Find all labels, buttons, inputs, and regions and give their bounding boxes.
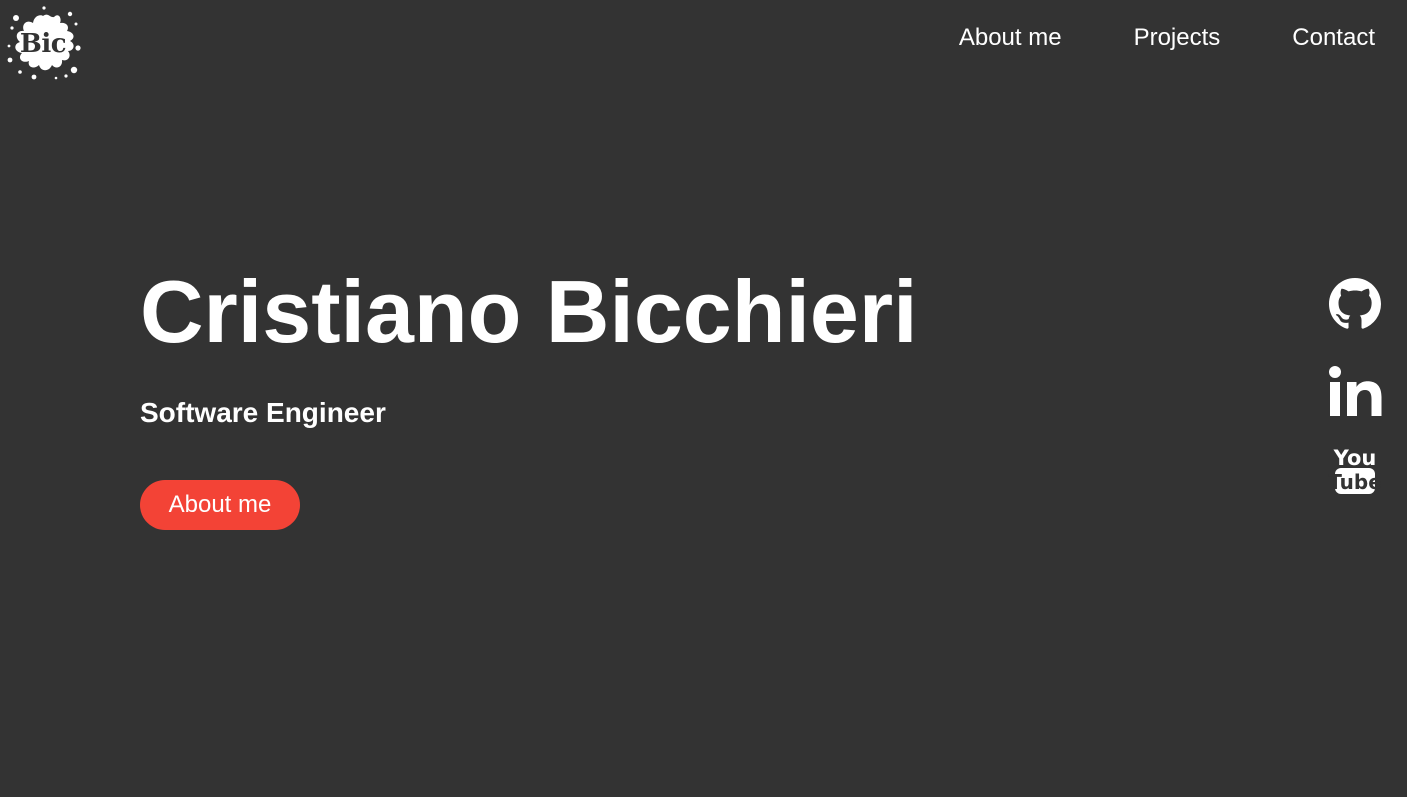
linkedin-link[interactable] (1328, 366, 1384, 416)
github-icon (1329, 278, 1381, 329)
linkedin-icon (1329, 366, 1382, 416)
nav-projects[interactable]: Projects (1134, 24, 1221, 52)
nav-contact[interactable]: Contact (1292, 24, 1375, 52)
logo-home-link[interactable]: Bic (4, 4, 82, 82)
youtube-text-top: You (1333, 446, 1377, 470)
youtube-link[interactable]: You Tube (1328, 444, 1384, 496)
hero-subtitle: Software Engineer (140, 397, 386, 428)
main-nav: About me Projects Contact (959, 0, 1407, 76)
about-me-button[interactable]: About me (140, 480, 300, 530)
youtube-icon: You Tube (1328, 446, 1382, 494)
github-link[interactable] (1328, 278, 1384, 330)
logo-text: Bic (19, 29, 67, 59)
youtube-text-bottom: Tube (1328, 470, 1382, 494)
nav-about-me[interactable]: About me (959, 24, 1062, 52)
hero-title: Cristiano Bicchieri (140, 262, 918, 361)
